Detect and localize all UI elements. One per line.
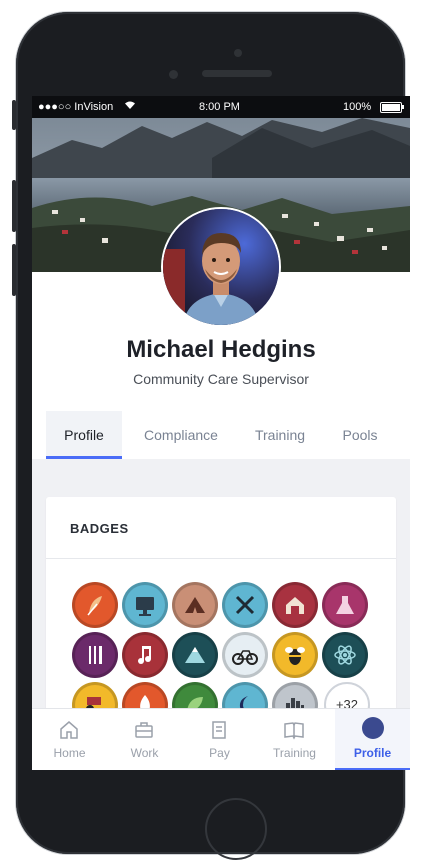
badges-title: BADGES (70, 521, 129, 536)
status-bar: ●●●○○ InVision 8:00 PM 100% (32, 96, 410, 118)
screen: ●●●○○ InVision 8:00 PM 100% Michael Hedg… (32, 96, 410, 770)
home-icon (60, 721, 78, 739)
profile-name: Michael Hedgins (126, 336, 316, 363)
nav-work[interactable]: Work (107, 709, 182, 770)
badges-card: BADGES +32 (46, 497, 396, 737)
tab-profile[interactable]: Profile (46, 411, 122, 459)
profile-content: BADGES +32 (32, 459, 410, 737)
nav-home-label: Home (53, 746, 86, 760)
nav-profile[interactable]: Profile (335, 709, 410, 770)
nav-training-label: Training (273, 746, 316, 760)
earpiece-speaker (202, 70, 272, 77)
bottom-nav: Home Work Pay Training Profile (32, 708, 410, 770)
nav-pay-label: Pay (209, 746, 230, 760)
receipt-icon (212, 721, 226, 739)
mountain-icon[interactable] (172, 632, 218, 678)
tent-icon[interactable] (172, 582, 218, 628)
battery-label: 100% (343, 101, 372, 113)
atom-icon[interactable] (322, 632, 368, 678)
mute-switch (12, 100, 16, 130)
tab-pools[interactable]: Pools (334, 411, 386, 459)
nav-work-label: Work (130, 746, 159, 760)
nav-profile-label: Profile (353, 746, 392, 760)
music-icon[interactable] (122, 632, 168, 678)
flask-icon[interactable] (322, 582, 368, 628)
monitor-icon[interactable] (122, 582, 168, 628)
home-button[interactable] (205, 798, 267, 860)
carrier-label: ●●●○○ InVision (38, 101, 114, 113)
book-icon (284, 722, 304, 740)
nav-pay[interactable]: Pay (182, 709, 257, 770)
bee-icon[interactable] (272, 632, 318, 678)
wifi-icon (124, 100, 136, 113)
bicycle-icon[interactable] (222, 632, 268, 678)
avatar[interactable] (161, 207, 281, 327)
battery-icon (380, 102, 404, 113)
sensor (169, 70, 178, 79)
profile-tabs: Profile Compliance Training Pools (46, 411, 410, 459)
front-camera (234, 49, 242, 57)
volume-up-button (12, 180, 16, 232)
tab-training[interactable]: Training (242, 411, 318, 459)
nav-training[interactable]: Training (257, 709, 332, 770)
feather-icon[interactable] (72, 582, 118, 628)
divider (46, 558, 396, 559)
volume-down-button (12, 244, 16, 296)
time-label: 8:00 PM (199, 101, 240, 113)
avatar-icon (362, 717, 384, 739)
barn-icon[interactable] (272, 582, 318, 628)
profile-role: Community Care Supervisor (133, 371, 309, 387)
tab-compliance[interactable]: Compliance (132, 411, 230, 459)
tools-icon[interactable] (222, 582, 268, 628)
briefcase-icon (135, 722, 153, 738)
utensils-icon[interactable] (72, 632, 118, 678)
nav-home[interactable]: Home (32, 709, 107, 770)
